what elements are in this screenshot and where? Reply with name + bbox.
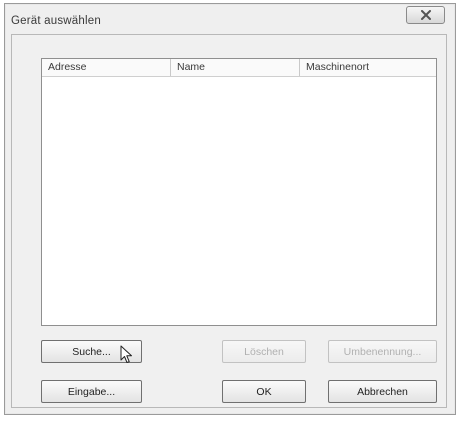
device-select-dialog: Gerät auswählen Adresse Name Maschinenor… [4,3,456,415]
cancel-button[interactable]: Abbrechen [328,380,437,403]
column-header-name[interactable]: Name [171,59,300,76]
title-bar[interactable]: Gerät auswählen [5,4,455,34]
column-header-location[interactable]: Maschinenort [300,59,436,76]
ok-button[interactable]: OK [222,380,306,403]
rename-button[interactable]: Umbenennung... [328,340,437,363]
mouse-pointer-icon [120,345,132,363]
close-button[interactable] [406,6,445,24]
close-icon [420,10,431,20]
enter-button[interactable]: Eingabe... [41,380,142,403]
column-header-address[interactable]: Adresse [42,59,171,76]
delete-button[interactable]: Löschen [222,340,306,363]
dialog-content: Adresse Name Maschinenort Suche... Lösch… [11,34,447,408]
dialog-title: Gerät auswählen [11,15,101,27]
list-header: Adresse Name Maschinenort [42,59,436,77]
device-list[interactable]: Adresse Name Maschinenort [41,58,437,326]
